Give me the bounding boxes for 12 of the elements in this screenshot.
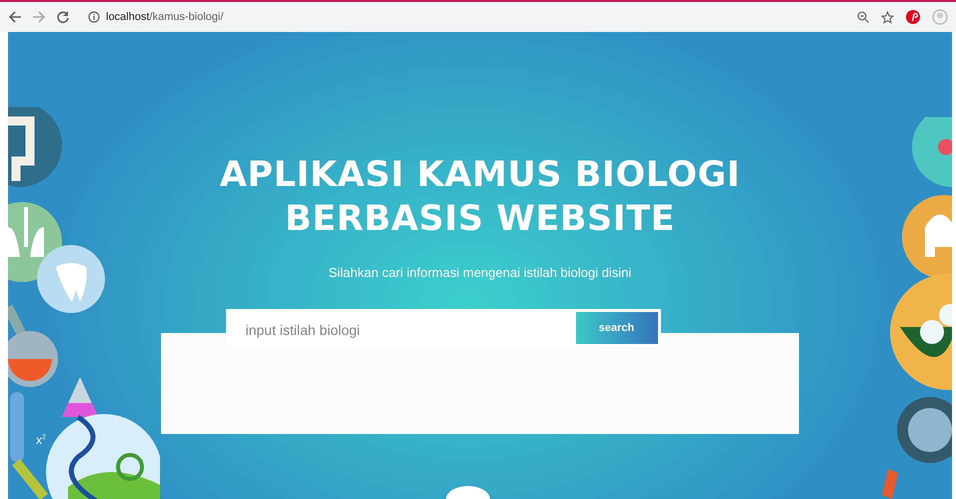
page-title: APLIKASI KAMUS BIOLOGI BERBASIS WEBSITE [220, 154, 740, 241]
formula-label: x$^{2}$ [36, 432, 46, 446]
star-icon[interactable] [881, 10, 894, 24]
page-subtitle: Silahkan cari informasi mengenai istilah biologi disini [328, 265, 632, 280]
search-button[interactable]: search [576, 312, 658, 344]
search-field[interactable]: input istilah biologi search [226, 309, 660, 347]
url-text: localhost/kamus-biologi/ [106, 11, 224, 23]
zoom-icon[interactable] [857, 11, 869, 23]
reload-icon[interactable] [56, 10, 70, 24]
pin-logo-icon[interactable] [906, 10, 920, 24]
back-icon[interactable] [8, 10, 22, 24]
info-icon [88, 11, 100, 23]
